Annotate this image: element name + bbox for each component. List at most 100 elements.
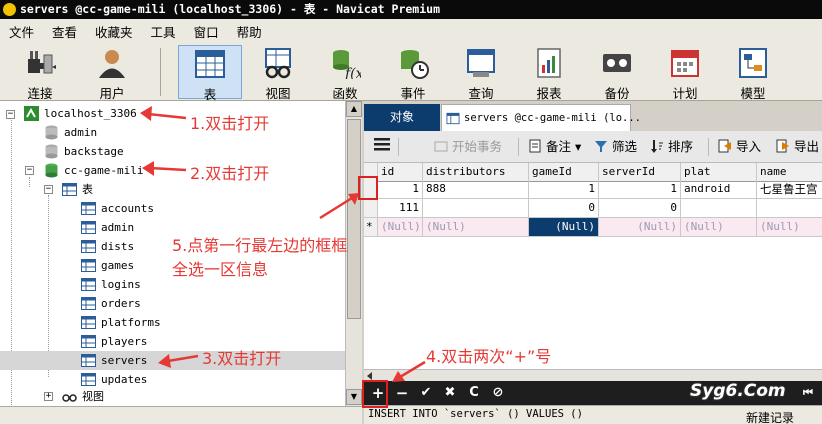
navicat-window: servers @cc-game-mili (localhost_3306) -… xyxy=(0,0,822,424)
sort-icon xyxy=(651,140,663,153)
schedule-button[interactable]: 计划 xyxy=(653,45,717,101)
collapse-connection-toggle[interactable]: − xyxy=(6,110,15,119)
null-cell[interactable]: (Null) xyxy=(378,218,423,237)
tree-table-accounts[interactable]: accounts xyxy=(81,199,221,218)
table-icon xyxy=(81,221,96,234)
database-label: backstage xyxy=(64,145,124,158)
collapse-db-toggle[interactable]: − xyxy=(25,166,34,175)
event-button[interactable]: 事件 xyxy=(381,45,445,101)
collapse-tables-toggle[interactable]: − xyxy=(44,185,53,194)
menu-bar: 文件 查看 收藏夹 工具 窗口 帮助 xyxy=(0,19,822,43)
menu-file[interactable]: 文件 xyxy=(0,22,43,41)
export-button[interactable]: 导出 xyxy=(776,137,819,157)
table-cell[interactable]: 111 xyxy=(378,199,423,218)
row-selector[interactable] xyxy=(364,199,378,218)
transaction-icon xyxy=(434,141,448,152)
scroll-thumb[interactable] xyxy=(347,119,361,319)
database-label: cc-game-mili xyxy=(64,164,144,177)
table-cell[interactable]: 1 xyxy=(599,180,681,199)
scroll-left-arrow-icon[interactable] xyxy=(367,372,372,380)
plug-icon xyxy=(28,51,56,74)
menu-favorites[interactable]: 收藏夹 xyxy=(86,22,142,41)
menu-window[interactable]: 窗口 xyxy=(185,22,228,41)
function-button[interactable]: f(x) 函数 xyxy=(313,45,377,101)
tree-table-platforms[interactable]: platforms xyxy=(81,313,221,332)
menu-view[interactable]: 查看 xyxy=(43,22,86,41)
table-cell[interactable]: 1 xyxy=(378,180,423,199)
toolbar-separator xyxy=(518,138,519,156)
tree-guide-line xyxy=(29,177,30,187)
highlight-row-selector-box xyxy=(358,176,378,200)
note-icon xyxy=(529,139,541,153)
connect-button[interactable]: 连接 xyxy=(8,45,72,101)
menu-hamburger-icon[interactable] xyxy=(374,137,390,157)
view-label: 视图 xyxy=(265,86,291,101)
table-icon xyxy=(81,202,96,215)
view-glasses-icon xyxy=(265,48,291,79)
table-cell[interactable] xyxy=(423,199,529,218)
tree-tables-folder[interactable]: 表 xyxy=(62,180,142,199)
tree-table-servers-selected[interactable]: servers xyxy=(0,351,345,370)
query-button[interactable]: 查询 xyxy=(449,45,513,101)
sort-button[interactable]: 排序 xyxy=(650,137,693,157)
tab-servers-table[interactable]: servers @cc-game-mili (lo... xyxy=(441,104,641,131)
tree-table-orders[interactable]: orders xyxy=(81,294,221,313)
highlight-add-button-box xyxy=(362,380,388,408)
new-record-status: 新建记录 xyxy=(746,411,795,424)
backup-tape-icon xyxy=(603,54,631,72)
tree-table-players[interactable]: players xyxy=(81,332,221,351)
null-cell[interactable]: (Null) xyxy=(599,218,681,237)
scroll-up-arrow-icon[interactable]: ▲ xyxy=(346,101,362,117)
selected-null-cell[interactable]: (Null) xyxy=(529,218,599,237)
refresh-button[interactable]: C xyxy=(464,383,484,403)
tree-views-folder[interactable]: 视图 xyxy=(62,387,142,406)
tree-scrollbar[interactable]: ▲ ▼ xyxy=(345,101,362,406)
scroll-down-arrow-icon[interactable]: ▼ xyxy=(346,389,362,405)
report-button[interactable]: 报表 xyxy=(517,45,581,101)
tree-connection[interactable]: localhost_3306 xyxy=(24,104,204,123)
function-label: 函数 xyxy=(332,86,358,101)
new-row-marker[interactable]: * xyxy=(364,218,378,237)
table-cell[interactable] xyxy=(757,199,822,218)
view-button[interactable]: 视图 xyxy=(246,45,310,101)
import-button[interactable]: 导入 xyxy=(718,137,761,157)
null-cell[interactable]: (Null) xyxy=(681,218,757,237)
null-cell[interactable]: (Null) xyxy=(423,218,529,237)
table-cell[interactable] xyxy=(681,199,757,218)
user-button[interactable]: 用户 xyxy=(80,45,144,101)
tab-objects[interactable]: 对象 xyxy=(364,104,440,131)
annotation-step-4: 4.双击两次“+”号 xyxy=(426,347,552,366)
query-label: 查询 xyxy=(468,86,494,101)
menu-tools[interactable]: 工具 xyxy=(142,22,185,41)
grid-horizontal-scrollbar[interactable] xyxy=(364,369,822,381)
note-button[interactable]: 备注 ▾ xyxy=(528,137,581,157)
filter-button[interactable]: 筛选 xyxy=(594,137,637,157)
apply-changes-button[interactable]: ✔ xyxy=(416,383,436,403)
menu-help[interactable]: 帮助 xyxy=(228,22,271,41)
table-button[interactable]: 表 xyxy=(178,45,242,102)
table-cell[interactable]: 888 xyxy=(423,180,529,199)
expand-views-toggle[interactable]: + xyxy=(44,392,53,401)
table-cell[interactable]: 七星鲁王宫 xyxy=(757,180,822,199)
discard-changes-button[interactable]: ✖ xyxy=(440,383,460,403)
tree-db-active[interactable]: cc-game-mili xyxy=(44,161,184,180)
null-cell[interactable]: (Null) xyxy=(757,218,822,237)
backup-button[interactable]: 备份 xyxy=(585,45,649,101)
table-cell[interactable]: 0 xyxy=(529,199,599,218)
calendar-icon xyxy=(671,50,699,77)
model-button[interactable]: 模型 xyxy=(721,45,785,101)
site-watermark: Syg6.Com xyxy=(690,381,786,401)
begin-transaction-button[interactable]: 开始事务 xyxy=(434,137,502,157)
tree-db-admin[interactable]: admin xyxy=(44,123,164,142)
table-cell[interactable]: 1 xyxy=(529,180,599,199)
last-record-icon[interactable]: ⏮ xyxy=(798,383,818,403)
schedule-label: 计划 xyxy=(672,86,698,101)
tree-db-backstage[interactable]: backstage xyxy=(44,142,164,161)
svg-text:f(x): f(x) xyxy=(344,66,361,79)
stop-button[interactable]: ⊘ xyxy=(488,383,508,403)
model-icon xyxy=(739,48,767,78)
table-cell[interactable]: android xyxy=(681,180,757,199)
toolbar-separator xyxy=(398,138,399,156)
table-cell[interactable]: 0 xyxy=(599,199,681,218)
delete-record-button[interactable]: − xyxy=(392,383,412,403)
